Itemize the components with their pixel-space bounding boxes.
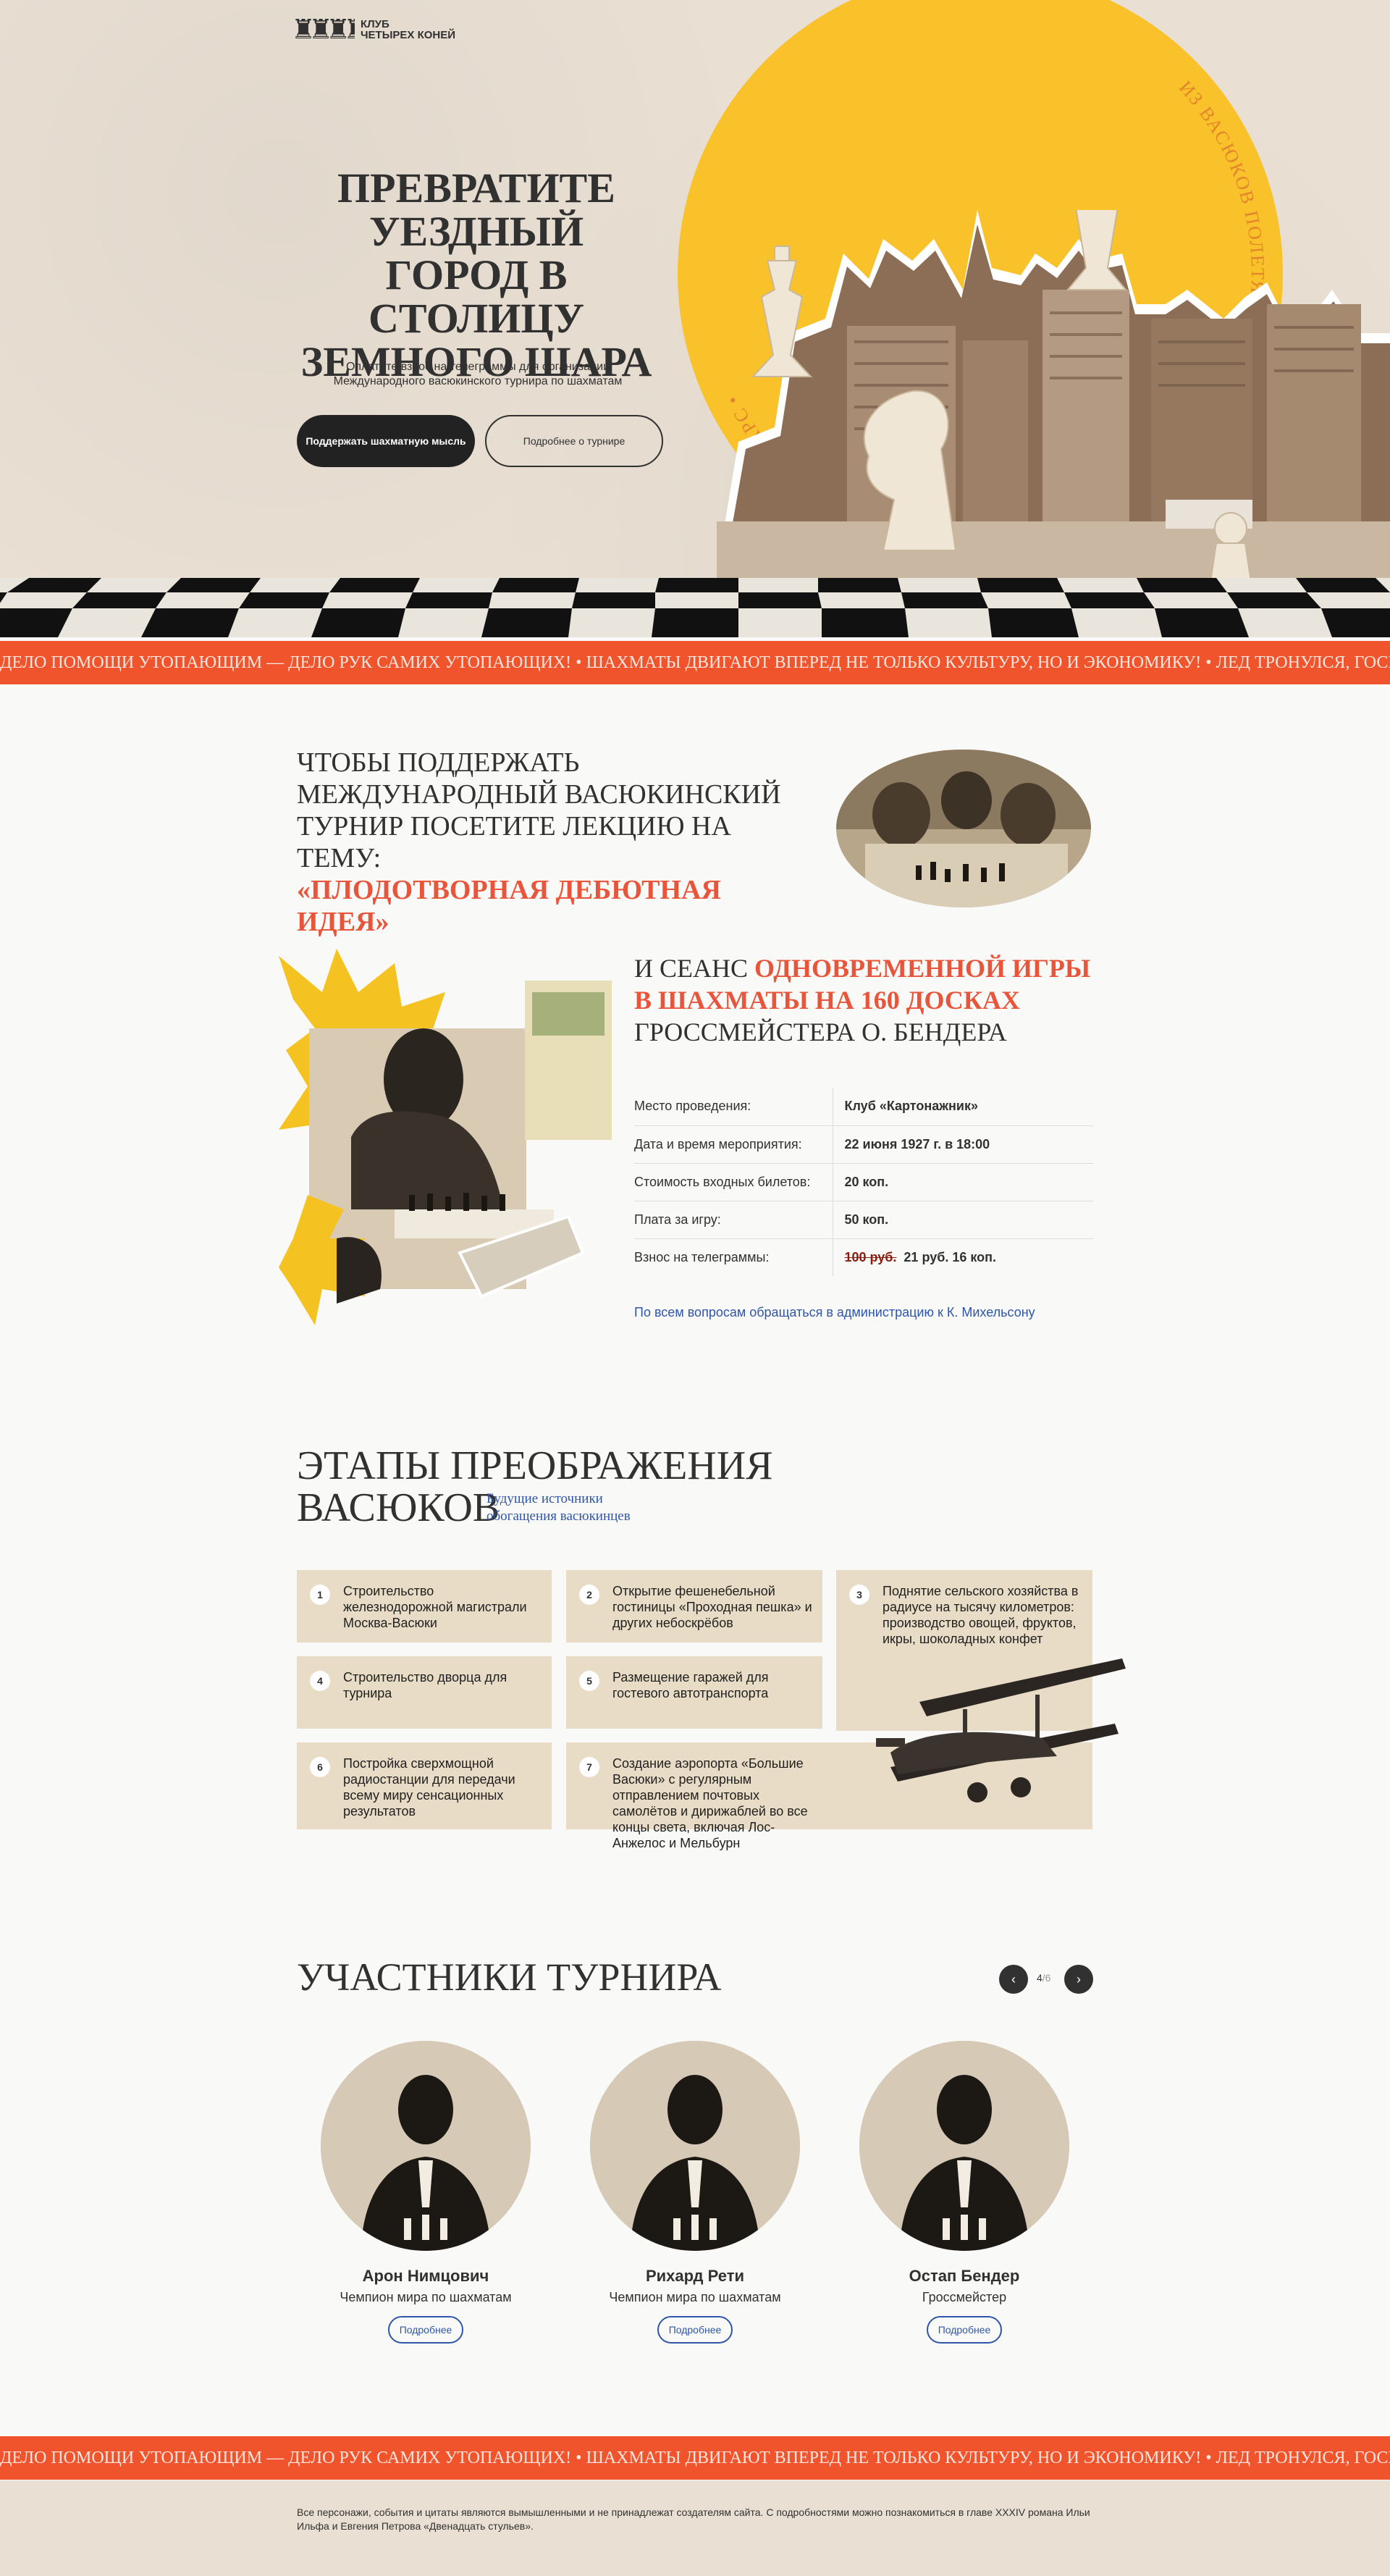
old-price: 100 руб. — [844, 1249, 897, 1264]
session-title-post: ГРОССМЕЙСТЕРА О. БЕНДЕРА — [634, 1018, 1007, 1046]
info-value: Клуб «Картонажник» — [833, 1088, 1093, 1126]
pager-current: 4 — [1037, 1972, 1042, 1984]
hero-section: ИЗ ВАСЮКОВ ПОЛЕТЯТ СИГНАЛЫ НА МАРС • ИЗ … — [0, 0, 1390, 637]
info-label: Место проведения: — [634, 1088, 833, 1126]
info-value: 20 коп. — [833, 1163, 1093, 1201]
knights-logo-icon: ♜♜♜♜ — [291, 19, 355, 41]
biplane-image — [876, 1658, 1126, 1803]
table-row: Дата и время мероприятия: 22 июня 1927 г… — [634, 1125, 1093, 1164]
footer-disclaimer: Все персонажи, события и цитаты являются… — [297, 2506, 1090, 2532]
lecture-title-text: ЧТОБЫ ПОДДЕРЖАТЬ МЕЖДУНАРОДНЫЙ ВАСЮКИНСК… — [297, 747, 781, 873]
participant-name: Остап Бендер — [909, 2267, 1020, 2285]
stage-text: Строительство железнодорожной магистрали… — [343, 1584, 527, 1630]
avatar — [321, 2041, 531, 2251]
stage-number: 7 — [579, 1757, 599, 1777]
slogan-ticker-bottom: ДЕЛО ПОМОЩИ УТОПАЮЩИМ — ДЕЛО РУК САМИХ У… — [0, 2436, 1390, 2480]
info-label: Дата и время мероприятия: — [634, 1125, 833, 1164]
avatar — [590, 2041, 800, 2251]
stage-card: 2 Открытие фешенебельной гостиницы «Прох… — [566, 1570, 822, 1642]
prev-button[interactable]: ‹ — [999, 1965, 1028, 1994]
stage-card: 4 Строительство дворца для турнира — [297, 1656, 552, 1729]
info-value-price: 100 руб. 21 руб. 16 коп. — [833, 1238, 1093, 1276]
table-row: Стоимость входных билетов: 20 коп. — [634, 1163, 1093, 1201]
chess-players-photo — [836, 750, 1091, 907]
logo-text: КЛУБ ЧЕТЫРЕХ КОНЕЙ — [361, 19, 455, 41]
participant-role: Гроссмейстер — [922, 2290, 1007, 2304]
stage-text: Поднятие сельского хозяйства в радиусе н… — [883, 1584, 1079, 1646]
participant-role: Чемпион мира по шахматам — [340, 2290, 512, 2304]
lecture-title: ЧТОБЫ ПОДДЕРЖАТЬ МЕЖДУНАРОДНЫЙ ВАСЮКИНСК… — [297, 747, 818, 938]
stage-text: Открытие фешенебельной гостиницы «Проход… — [612, 1584, 812, 1630]
city-collage-image — [717, 210, 1390, 616]
table-row: Взнос на телеграммы: 100 руб. 21 руб. 16 … — [634, 1238, 1093, 1276]
stages-title-line1: ЭТАПЫ ПРЕОБРАЖЕНИЯ — [297, 1443, 773, 1488]
contact-link[interactable]: По всем вопросам обращаться в администра… — [634, 1305, 1035, 1320]
hero-title: ПРЕВРАТИТЕ УЕЗДНЫЙ ГОРОД В СТОЛИЦУ ЗЕМНО… — [300, 164, 652, 385]
info-label: Стоимость входных билетов: — [634, 1163, 833, 1201]
avatar — [859, 2041, 1069, 2251]
logo-text-line2: ЧЕТЫРЕХ КОНЕЙ — [361, 29, 456, 41]
info-value: 22 июня 1927 г. в 18:00 — [833, 1125, 1093, 1164]
next-button[interactable]: › — [1064, 1965, 1093, 1994]
session-title-pre: И СЕАНС — [634, 954, 755, 983]
stage-text: Строительство дворца для турнира — [343, 1670, 507, 1700]
stage-number: 2 — [579, 1585, 599, 1605]
new-price: 21 руб. 16 коп. — [904, 1249, 996, 1264]
stage-number: 1 — [310, 1585, 330, 1605]
stage-number: 4 — [310, 1671, 330, 1691]
pager-total: /6 — [1042, 1972, 1051, 1984]
participant-more-button[interactable]: Подробнее — [388, 2316, 463, 2344]
stage-text: Размещение гаражей для гостевого автотра… — [612, 1670, 769, 1700]
event-info-table: Место проведения: Клуб «Картонажник» Дат… — [634, 1088, 1093, 1276]
logo-text-line1: КЛУБ — [361, 18, 389, 30]
stage-card: 5 Размещение гаражей для гостевого автот… — [566, 1656, 822, 1729]
info-value: 50 коп. — [833, 1201, 1093, 1239]
participant-name: Рихард Рети — [645, 2267, 744, 2285]
participants-title: УЧАСТНИКИ ТУРНИРА — [297, 1955, 722, 1999]
chessboard-strip — [0, 578, 1390, 637]
ticker-text: ДЕЛО ПОМОЩИ УТОПАЮЩИМ — ДЕЛО РУК САМИХ У… — [0, 653, 1390, 672]
stage-number: 6 — [310, 1757, 330, 1777]
participant-role: Чемпион мира по шахматам — [609, 2290, 781, 2304]
support-button[interactable]: Поддержать шахматную мысль — [297, 415, 475, 467]
participant-more-button[interactable]: Подробнее — [927, 2316, 1002, 2344]
participant-name: Арон Нимцович — [362, 2267, 489, 2285]
info-label: Взнос на телеграммы: — [634, 1238, 833, 1276]
lecture-topic: «ПЛОДОТВОРНАЯ ДЕБЮТНАЯ ИДЕЯ» — [297, 875, 721, 937]
stage-card: 6 Постройка сверхмощной радиостанции для… — [297, 1742, 552, 1829]
participants-pager: 4/6 — [1037, 1972, 1050, 1984]
more-about-tournament-button[interactable]: Подробнее о турнире — [485, 415, 663, 467]
table-row: Плата за игру: 50 коп. — [634, 1201, 1093, 1239]
stage-text: Создание аэропорта «Большие Васюки» с ре… — [612, 1756, 808, 1850]
participant-more-button[interactable]: Подробнее — [657, 2316, 733, 2344]
footer: Все персонажи, события и цитаты являются… — [0, 2480, 1390, 2576]
stage-number: 5 — [579, 1671, 599, 1691]
stage-number: 3 — [849, 1585, 869, 1605]
slogan-ticker-top: ДЕЛО ПОМОЩИ УТОПАЮЩИМ — ДЕЛО РУК САМИХ У… — [0, 641, 1390, 684]
session-title: И СЕАНС ОДНОВРЕМЕННОЙ ИГРЫ В ШАХМАТЫ НА … — [634, 952, 1098, 1048]
stages-note: Будущие источники обогащения васюкинцев — [486, 1491, 631, 1524]
table-row: Место проведения: Клуб «Картонажник» — [634, 1088, 1093, 1126]
stage-card: 1 Строительство железнодорожной магистра… — [297, 1570, 552, 1642]
hero-subtitle: Оплатите взнос на телеграммы для организ… — [333, 361, 623, 387]
info-label: Плата за игру: — [634, 1201, 833, 1239]
bender-collage-image — [279, 949, 612, 1325]
stage-text: Постройка сверхмощной радиостанции для п… — [343, 1756, 515, 1818]
club-logo[interactable]: ♜♜♜♜ КЛУБ ЧЕТЫРЕХ КОНЕЙ — [291, 19, 455, 41]
ticker-text: ДЕЛО ПОМОЩИ УТОПАЮЩИМ — ДЕЛО РУК САМИХ У… — [0, 2449, 1390, 2467]
